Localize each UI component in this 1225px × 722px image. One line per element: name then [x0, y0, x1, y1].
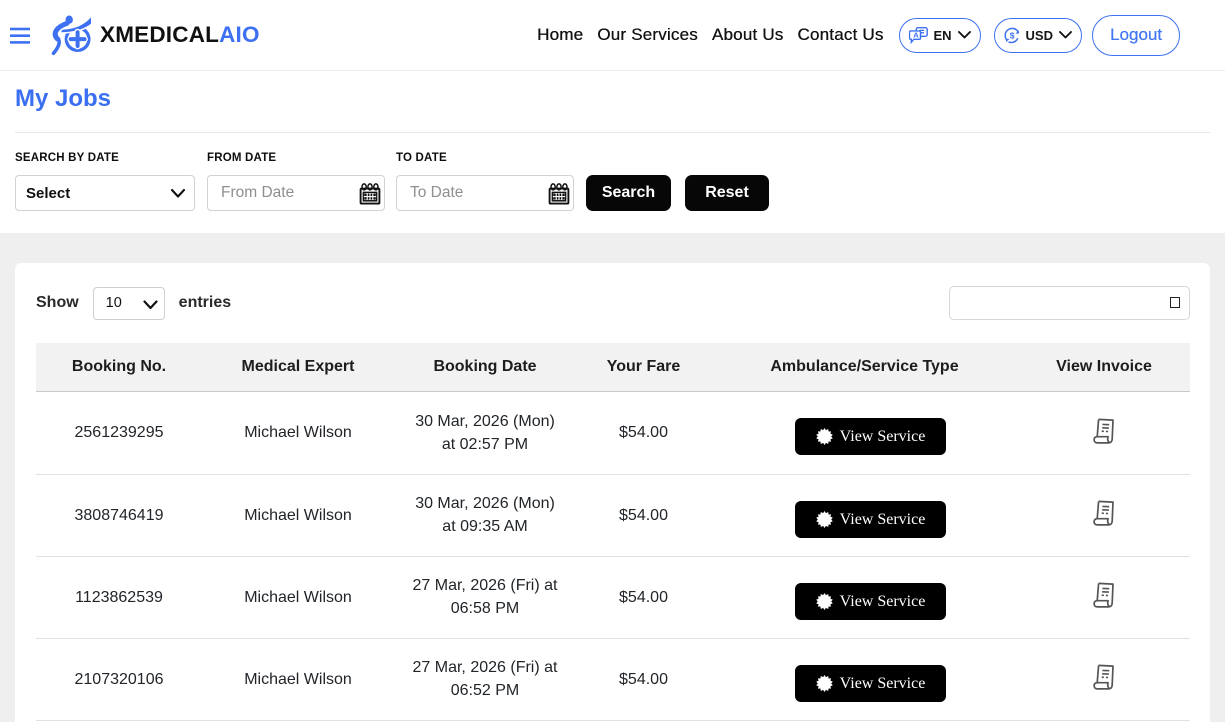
svg-text:$: $: [1009, 30, 1014, 40]
svg-text:A: A: [914, 30, 920, 39]
